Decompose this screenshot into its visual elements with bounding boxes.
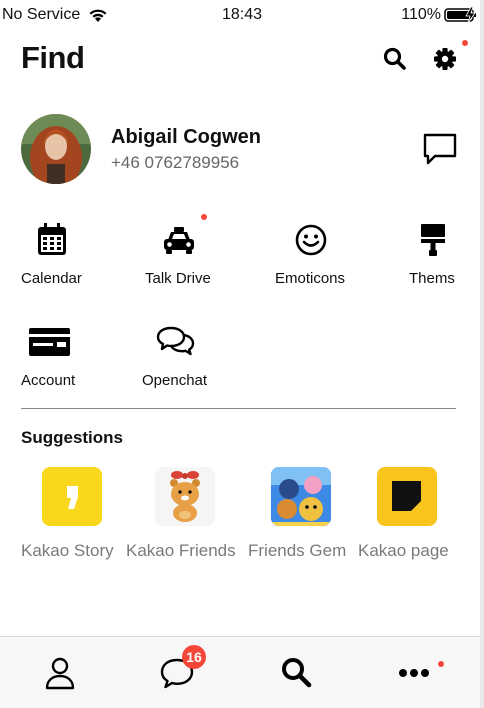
profile-name: Abigail Cogwen xyxy=(111,126,261,148)
tab-find[interactable] xyxy=(279,655,313,694)
kakao-friends-app[interactable] xyxy=(155,467,215,526)
calendar-button[interactable] xyxy=(32,220,72,260)
friends-gem-icon xyxy=(271,467,331,526)
more-dots-icon xyxy=(399,669,429,677)
divider xyxy=(21,408,456,409)
settings-button[interactable] xyxy=(432,46,458,72)
talk-drive-notification-dot xyxy=(201,214,207,220)
calendar-icon xyxy=(38,223,66,255)
kakao-page-app[interactable] xyxy=(377,467,437,526)
search-icon xyxy=(282,658,312,688)
menu-label-openchat: Openchat xyxy=(142,372,208,389)
paint-roller-icon xyxy=(421,224,445,256)
tab-friends[interactable] xyxy=(44,656,76,695)
profile-photo xyxy=(21,114,91,184)
account-button[interactable] xyxy=(28,322,72,362)
window-edge xyxy=(480,0,484,708)
status-right: 110% xyxy=(401,6,480,24)
talk-drive-button[interactable] xyxy=(159,220,199,260)
friends-gem-app[interactable] xyxy=(271,467,331,526)
more-notification-dot xyxy=(438,661,444,667)
page-title: Find xyxy=(21,40,85,75)
status-bar: No Service 18:43 110% xyxy=(0,0,484,30)
smiley-icon xyxy=(295,224,327,256)
menu-label-account: Account xyxy=(21,372,76,389)
profile-phone: +46 0762789956 xyxy=(111,153,240,172)
chat-bubbles-icon xyxy=(156,326,195,356)
menu-label-talk-drive: Talk Drive xyxy=(145,270,211,287)
header-search-button[interactable] xyxy=(382,46,408,72)
kakao-page-label: Kakao page xyxy=(358,541,449,560)
menu-label-emoticons: Emoticons xyxy=(275,270,346,287)
message-icon xyxy=(423,133,457,165)
avatar[interactable] xyxy=(21,114,91,184)
openchat-button[interactable] xyxy=(156,322,196,362)
chat-count-badge: 16 xyxy=(182,645,206,669)
kakao-page-icon xyxy=(392,481,421,511)
themes-button[interactable] xyxy=(413,220,453,260)
search-icon xyxy=(383,47,406,70)
tab-more[interactable] xyxy=(398,664,432,685)
emoticons-button[interactable] xyxy=(291,220,331,260)
settings-notification-dot xyxy=(462,40,468,46)
suggestions-title: Suggestions xyxy=(21,428,124,447)
battery-label: 110% xyxy=(401,6,441,23)
person-icon xyxy=(45,657,75,690)
gear-icon xyxy=(434,48,456,70)
friends-gem-label: Friends Gem xyxy=(248,541,347,560)
ryan-character-icon xyxy=(170,471,200,522)
kakao-story-app[interactable] xyxy=(42,467,102,526)
kakao-friends-label: Kakao Friends xyxy=(126,541,236,560)
kakao-story-icon xyxy=(67,486,78,509)
kakao-story-label: Kakao Story xyxy=(21,541,114,560)
battery-charging-icon xyxy=(444,7,476,23)
menu-label-calendar: Calendar xyxy=(21,270,82,287)
menu-label-themes: Thems xyxy=(409,270,455,287)
taxi-icon xyxy=(164,227,194,254)
profile-message-button[interactable] xyxy=(422,132,458,166)
card-icon xyxy=(29,328,70,356)
